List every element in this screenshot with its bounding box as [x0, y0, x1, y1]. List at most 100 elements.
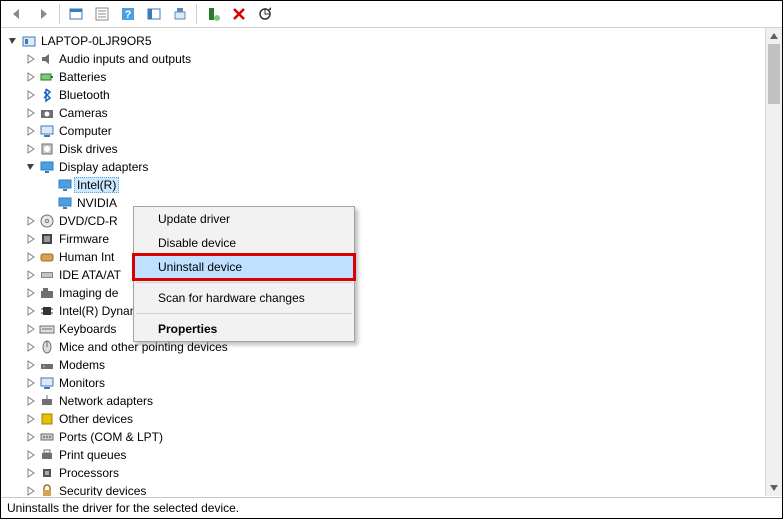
chevron-right-icon[interactable] — [25, 287, 37, 299]
status-bar: Uninstalls the driver for the selected d… — [1, 497, 782, 518]
category-security[interactable]: Security devices — [1, 482, 766, 496]
chevron-right-icon[interactable] — [25, 71, 37, 83]
tree-label: Disk drives — [59, 142, 118, 156]
chevron-right-icon[interactable] — [25, 53, 37, 65]
display-icon — [39, 159, 55, 175]
chevron-right-icon[interactable] — [25, 467, 37, 479]
tree-label: Processors — [59, 466, 119, 480]
printer-icon — [39, 447, 55, 463]
category-mouse[interactable]: Mice and other pointing devices — [1, 338, 766, 356]
category-cpu[interactable]: Processors — [1, 464, 766, 482]
category-printer[interactable]: Print queues — [1, 446, 766, 464]
device-nvidia[interactable]: NVIDIA — [1, 194, 766, 212]
chevron-down-icon[interactable] — [7, 35, 19, 47]
computer-icon — [39, 123, 55, 139]
category-disk[interactable]: Disk drives — [1, 140, 766, 158]
tree-label: DVD/CD-R — [59, 214, 118, 228]
scroll-down-button[interactable] — [766, 480, 782, 496]
category-camera[interactable]: Cameras — [1, 104, 766, 122]
chevron-right-icon[interactable] — [25, 323, 37, 335]
category-dvd[interactable]: DVD/CD-R — [1, 212, 766, 230]
device-tree[interactable]: LAPTOP-0LJR9OR5 Audio inputs and outputs B… — [1, 28, 766, 496]
audio-icon — [39, 51, 55, 67]
chevron-right-icon[interactable] — [25, 125, 37, 137]
scan-button[interactable] — [168, 2, 192, 26]
category-ports[interactable]: Ports (COM & LPT) — [1, 428, 766, 446]
firmware-icon — [39, 231, 55, 247]
tree-label: Mice and other pointing devices — [59, 340, 228, 354]
tree-label: Firmware — [59, 232, 109, 246]
other-icon — [39, 411, 55, 427]
scroll-up-button[interactable] — [766, 28, 782, 44]
chevron-right-icon[interactable] — [25, 251, 37, 263]
tree-label: Monitors — [59, 376, 105, 390]
category-firmware[interactable]: Firmware — [1, 230, 766, 248]
help-button[interactable]: ? — [116, 2, 140, 26]
chevron-right-icon[interactable] — [25, 215, 37, 227]
tree-label: Modems — [59, 358, 105, 372]
chevron-right-icon[interactable] — [25, 359, 37, 371]
category-bluetooth[interactable]: Bluetooth — [1, 86, 766, 104]
display-icon — [57, 195, 73, 211]
status-text: Uninstalls the driver for the selected d… — [7, 501, 239, 515]
chevron-right-icon[interactable] — [25, 89, 37, 101]
chevron-right-icon[interactable] — [25, 485, 37, 496]
category-ide[interactable]: IDE ATA/AT — [1, 266, 766, 284]
show-hidden-button[interactable] — [64, 2, 88, 26]
device-intel-r-[interactable]: Intel(R) — [1, 176, 766, 194]
category-imaging[interactable]: Imaging de — [1, 284, 766, 302]
category-battery[interactable]: Batteries — [1, 68, 766, 86]
chevron-right-icon[interactable] — [25, 395, 37, 407]
root-node[interactable]: LAPTOP-0LJR9OR5 — [1, 32, 766, 50]
tree-label: Keyboards — [59, 322, 116, 336]
context-menu-disable-device[interactable]: Disable device — [134, 231, 354, 255]
category-chip[interactable]: Intel(R) Dynamic Platform and Thermal Fr… — [1, 302, 766, 320]
modem-icon — [39, 357, 55, 373]
context-menu-properties[interactable]: Properties — [134, 317, 354, 341]
chevron-right-icon[interactable] — [25, 269, 37, 281]
category-display[interactable]: Display adapters — [1, 158, 766, 176]
context-menu-uninstall-device[interactable]: Uninstall device — [134, 255, 354, 279]
category-other[interactable]: Other devices — [1, 410, 766, 428]
chevron-down-icon[interactable] — [25, 161, 37, 173]
chevron-right-icon[interactable] — [25, 449, 37, 461]
chevron-right-icon[interactable] — [25, 143, 37, 155]
chevron-right-icon[interactable] — [25, 341, 37, 353]
view-button[interactable] — [142, 2, 166, 26]
category-audio[interactable]: Audio inputs and outputs — [1, 50, 766, 68]
category-monitor[interactable]: Monitors — [1, 374, 766, 392]
category-hid[interactable]: Human Int — [1, 248, 766, 266]
chevron-right-icon[interactable] — [25, 413, 37, 425]
chevron-right-icon[interactable] — [25, 107, 37, 119]
uninstall-button[interactable] — [227, 2, 251, 26]
context-menu-update-driver[interactable]: Update driver — [134, 207, 354, 231]
chevron-right-icon[interactable] — [25, 377, 37, 389]
category-keyboard[interactable]: Keyboards — [1, 320, 766, 338]
cpu-icon — [39, 465, 55, 481]
tree-label: Cameras — [59, 106, 108, 120]
hid-icon — [39, 249, 55, 265]
tree-label: Intel(R) — [74, 177, 119, 193]
tree-label: Security devices — [59, 484, 146, 496]
add-hardware-button[interactable] — [201, 2, 225, 26]
back-button[interactable] — [5, 2, 29, 26]
chevron-right-icon[interactable] — [25, 431, 37, 443]
update-driver-button[interactable] — [253, 2, 277, 26]
device-manager-window: ? LAPTOP-0LJR9OR5 Audio inputs and output… — [0, 0, 783, 519]
forward-button[interactable] — [31, 2, 55, 26]
toolbar-separator — [196, 4, 197, 24]
vertical-scrollbar[interactable] — [765, 28, 782, 496]
tree-label: Network adapters — [59, 394, 153, 408]
dvd-icon — [39, 213, 55, 229]
context-menu-scan-for-hardware-changes[interactable]: Scan for hardware changes — [134, 286, 354, 310]
category-modem[interactable]: Modems — [1, 356, 766, 374]
chevron-right-icon[interactable] — [25, 233, 37, 245]
imaging-icon — [39, 285, 55, 301]
properties-button[interactable] — [90, 2, 114, 26]
scroll-thumb[interactable] — [768, 44, 780, 104]
chevron-right-icon[interactable] — [25, 305, 37, 317]
tree-label: Audio inputs and outputs — [59, 52, 191, 66]
tree-label: Human Int — [59, 250, 114, 264]
category-network[interactable]: Network adapters — [1, 392, 766, 410]
category-computer[interactable]: Computer — [1, 122, 766, 140]
